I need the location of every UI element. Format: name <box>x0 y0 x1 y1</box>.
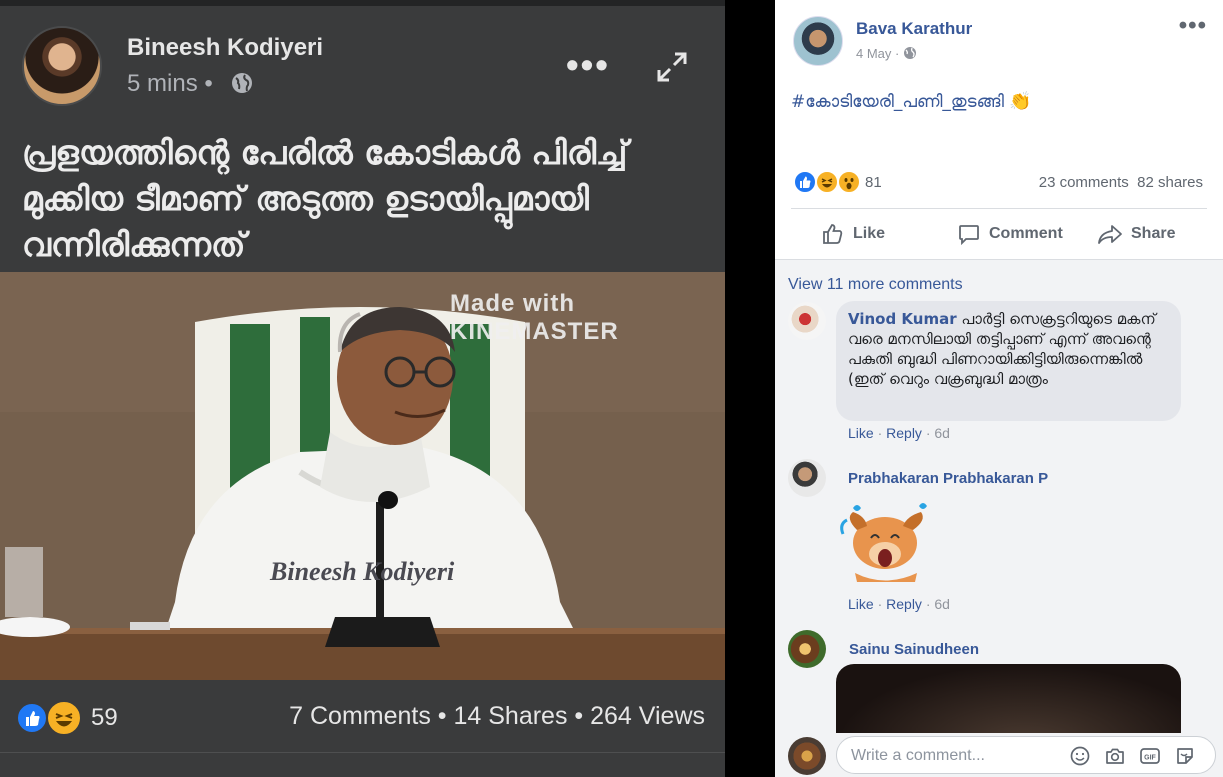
commenter-name[interactable]: Sainu Sainudheen <box>849 641 979 658</box>
comment-button[interactable]: Comment <box>957 216 1063 252</box>
current-user-avatar <box>788 737 826 775</box>
divider <box>0 752 725 753</box>
comment-time[interactable]: 6d <box>934 596 950 612</box>
haha-reaction-icon[interactable] <box>815 170 839 194</box>
author-name: Bineesh Kodiyeri <box>127 34 324 61</box>
author-name[interactable]: Bava Karathur <box>856 19 972 39</box>
time-separator: • <box>204 70 213 97</box>
like-reaction-icon <box>16 702 48 734</box>
laughing-face-icon <box>55 713 73 727</box>
gif-icon[interactable]: GIF <box>1139 745 1161 767</box>
camera-icon[interactable] <box>1104 745 1126 767</box>
more-options-icon[interactable]: ••• <box>1179 12 1207 40</box>
divider <box>791 208 1207 209</box>
sticker-icon[interactable] <box>1174 745 1196 767</box>
photo-caption: Bineesh Kodiyeri <box>270 557 455 586</box>
globe-icon <box>232 73 252 93</box>
share-button[interactable]: Share <box>1097 216 1175 252</box>
post-hashtag[interactable]: #കോടിയേരി_പണി_തുടങ്ങി 👏 <box>791 91 1032 112</box>
share-label: Share <box>1131 225 1176 242</box>
emoji-icon[interactable] <box>1069 745 1091 767</box>
more-options-icon: ••• <box>566 44 610 85</box>
thumb-up-icon <box>800 176 811 188</box>
comment-actions: Like · Reply · 6d <box>848 425 950 441</box>
haha-reaction-icon <box>46 700 82 736</box>
author-avatar[interactable] <box>793 16 843 66</box>
wow-reaction-icon[interactable] <box>837 170 861 194</box>
svg-text:GIF: GIF <box>1144 755 1156 762</box>
post-time-value: 5 mins <box>127 70 198 97</box>
expand-icon <box>657 52 687 82</box>
share-arrow-icon <box>1098 225 1122 244</box>
reactions-summary: 81 23 comments 82 shares <box>791 168 1207 198</box>
comment-bubble-icon <box>959 225 979 246</box>
comment-reply-link[interactable]: Reply <box>886 425 922 441</box>
commenter-avatar[interactable] <box>788 459 826 497</box>
shares-count[interactable]: 82 shares <box>1137 174 1203 191</box>
comment-image-attachment[interactable] <box>836 664 1181 744</box>
post-time: 5 mins • <box>127 70 213 98</box>
surprised-face-icon <box>844 178 854 190</box>
date-separator: · <box>895 46 900 61</box>
commenter-name[interactable]: Vinod Kumar <box>848 310 957 328</box>
hashtag-text[interactable]: #കോടിയേരി_പണി_തുടങ്ങി <box>791 92 1004 112</box>
post-text: പ്രളയത്തിന്റെ പേരിൽ കോടികൾ പിരിച്ച് മുക്… <box>22 133 628 264</box>
laughing-face-icon <box>821 178 833 188</box>
comment-time[interactable]: 6d <box>934 425 950 441</box>
comments-shares: 23 comments 82 shares <box>1039 174 1203 191</box>
reaction-count[interactable]: 81 <box>865 174 882 191</box>
author-avatar <box>22 26 102 106</box>
post-photo: Made with KINEMASTER Bineesh Kodiyeri <box>0 272 725 680</box>
crying-dog-sticker-icon <box>840 503 927 582</box>
globe-icon <box>904 47 916 59</box>
post-date[interactable]: 4 May · <box>856 46 917 61</box>
comment-input[interactable]: Write a comment... GIF <box>836 736 1216 774</box>
comment-label: Comment <box>989 225 1063 242</box>
comment-text: Vinod Kumar പാർട്ടി സെക്രട്ടറിയുടെ മകന് … <box>848 309 1169 389</box>
post-date-value: 4 May <box>856 46 892 61</box>
reaction-count: 59 <box>91 704 118 731</box>
engagement-stats: 7 Comments • 14 Shares • 264 Views <box>289 702 705 730</box>
view-more-comments-link[interactable]: View 11 more comments <box>788 276 963 294</box>
comment-like-link[interactable]: Like <box>848 425 874 441</box>
like-label: Like <box>853 225 886 242</box>
comment-input-placeholder: Write a comment... <box>851 747 985 764</box>
write-comment-bar: Write a comment... GIF <box>775 733 1223 777</box>
like-reaction-icon[interactable] <box>793 170 817 194</box>
commenter-name[interactable]: Prabhakaran Prabhakaran P <box>848 470 1048 487</box>
embedded-post-screenshot: Bineesh Kodiyeri 5 mins • ••• പ്രളയത്തിന… <box>0 0 725 777</box>
comment-actions: Like · Reply · 6d <box>848 596 950 612</box>
like-button[interactable]: Like <box>821 216 885 252</box>
top-border <box>0 0 725 6</box>
facebook-post: Bava Karathur 4 May · ••• #കോടിയേരി_പണി_… <box>775 0 1223 777</box>
comment-like-link[interactable]: Like <box>848 596 874 612</box>
clapping-hands-icon: 👏 <box>1009 91 1032 112</box>
thumb-up-icon <box>26 711 40 726</box>
commenter-avatar[interactable] <box>788 302 826 340</box>
thumb-up-icon <box>823 224 843 244</box>
comments-count[interactable]: 23 comments <box>1039 174 1129 191</box>
kinemaster-watermark: Made with KINEMASTER <box>450 290 619 345</box>
comment-reply-link[interactable]: Reply <box>886 596 922 612</box>
comment-bubble: Vinod Kumar പാർട്ടി സെക്രട്ടറിയുടെ മകന് … <box>836 301 1181 421</box>
action-bar: Like Comment Share <box>791 216 1207 252</box>
commenter-avatar[interactable] <box>788 630 826 668</box>
